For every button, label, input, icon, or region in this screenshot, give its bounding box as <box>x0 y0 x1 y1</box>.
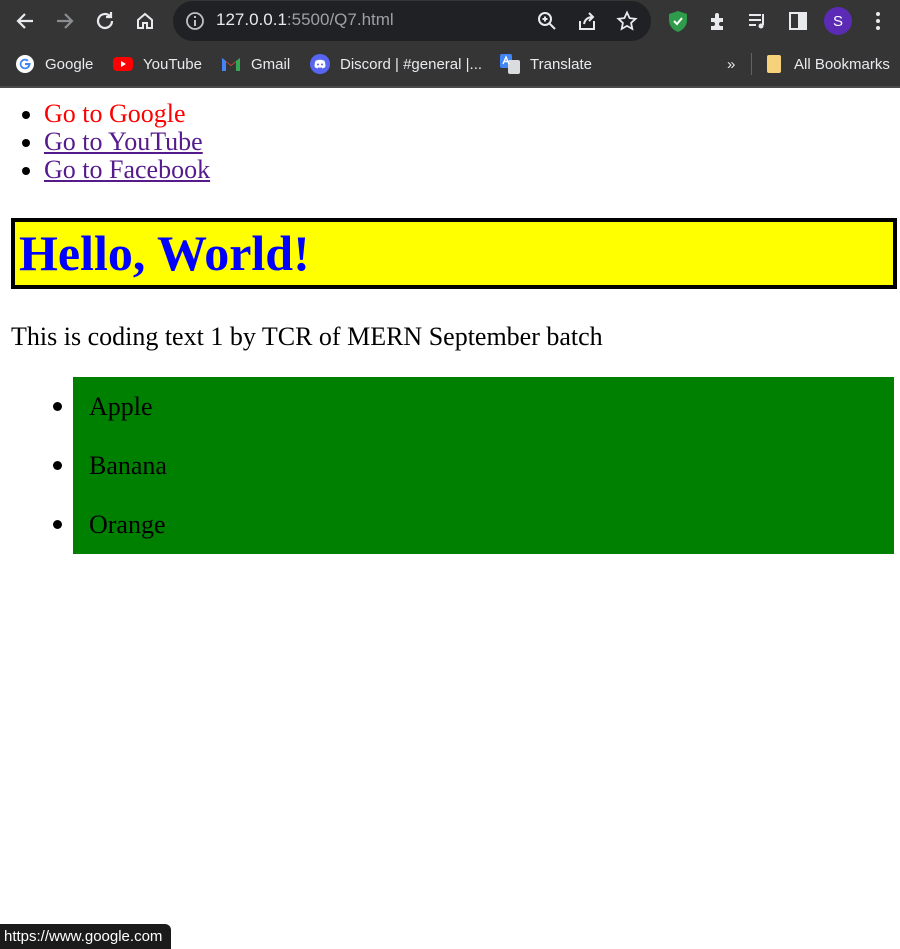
browser-toolbar: 127.0.0.1:5500/Q7.html S <box>0 0 900 42</box>
folder-icon <box>764 54 784 74</box>
site-info-icon[interactable] <box>185 11 205 36</box>
side-panel-icon[interactable] <box>786 9 810 33</box>
profile-avatar[interactable]: S <box>824 7 852 35</box>
bookmark-label: YouTube <box>143 55 202 73</box>
fruit-list: Apple Banana Orange <box>53 377 894 554</box>
links-list: Go to Google Go to YouTube Go to Faceboo… <box>0 100 210 184</box>
bookmark-label: Translate <box>530 55 592 73</box>
gmail-icon <box>221 54 241 74</box>
bookmark-label: Google <box>45 55 94 73</box>
fruit-label: Orange <box>89 510 166 539</box>
page-heading: Hello, World! <box>11 218 897 289</box>
translate-icon <box>500 54 520 74</box>
address-bar[interactable]: 127.0.0.1:5500/Q7.html <box>173 1 651 41</box>
list-item: Apple <box>53 377 894 436</box>
discord-icon <box>310 54 330 74</box>
bookmark-label: Discord | #general |... <box>340 55 483 73</box>
list-item: Go to Google <box>44 100 210 128</box>
fruit-label: Banana <box>89 451 167 480</box>
list-item: Go to Facebook <box>44 156 210 184</box>
bookmark-gmail[interactable]: Gmail <box>221 52 290 76</box>
menu-kebab-icon[interactable] <box>866 9 890 33</box>
extensions-puzzle-icon[interactable] <box>706 9 730 33</box>
shield-extension-icon[interactable] <box>666 9 690 33</box>
bullet-icon <box>53 461 62 470</box>
share-icon[interactable] <box>576 10 598 32</box>
home-button[interactable] <box>131 7 159 35</box>
more-bookmarks-label: » <box>727 55 736 73</box>
bullet-icon <box>53 402 62 411</box>
more-bookmarks-button[interactable]: » <box>727 52 735 76</box>
zoom-icon[interactable] <box>536 10 558 32</box>
youtube-icon <box>113 54 133 74</box>
back-button[interactable] <box>11 7 39 35</box>
bookmark-translate[interactable]: Translate <box>500 52 592 76</box>
bookmark-google[interactable]: Google <box>15 52 93 76</box>
bookmark-star-icon[interactable] <box>616 10 638 32</box>
reading-list-icon[interactable] <box>746 9 770 33</box>
forward-button[interactable] <box>51 7 79 35</box>
url-path: :5500/Q7.html <box>286 10 394 29</box>
list-item: Go to YouTube <box>44 128 210 156</box>
list-item: Banana <box>53 436 894 495</box>
bookmarks-bar: Google YouTube Gmail Discord | #general … <box>0 42 900 88</box>
url-host: 127.0.0.1 <box>216 10 287 29</box>
link-facebook[interactable]: Go to Facebook <box>44 155 210 184</box>
link-youtube[interactable]: Go to YouTube <box>44 127 203 156</box>
fruit-label: Apple <box>89 392 153 421</box>
url-text[interactable]: 127.0.0.1:5500/Q7.html <box>216 10 394 30</box>
all-bookmarks-label: All Bookmarks <box>794 55 890 73</box>
reload-button[interactable] <box>91 7 119 35</box>
bullet-icon <box>53 520 62 529</box>
bookmarks-divider <box>751 53 752 75</box>
all-bookmarks-button[interactable]: All Bookmarks <box>764 52 890 76</box>
link-google[interactable]: Go to Google <box>44 99 186 128</box>
bookmark-discord[interactable]: Discord | #general |... <box>310 52 482 76</box>
google-icon <box>15 54 35 74</box>
page-paragraph: This is coding text 1 by TCR of MERN Sep… <box>11 322 603 351</box>
bookmark-youtube[interactable]: YouTube <box>113 52 202 76</box>
status-bubble: https://www.google.com <box>0 924 172 949</box>
bookmark-label: Gmail <box>251 55 291 73</box>
list-item: Orange <box>53 495 894 554</box>
